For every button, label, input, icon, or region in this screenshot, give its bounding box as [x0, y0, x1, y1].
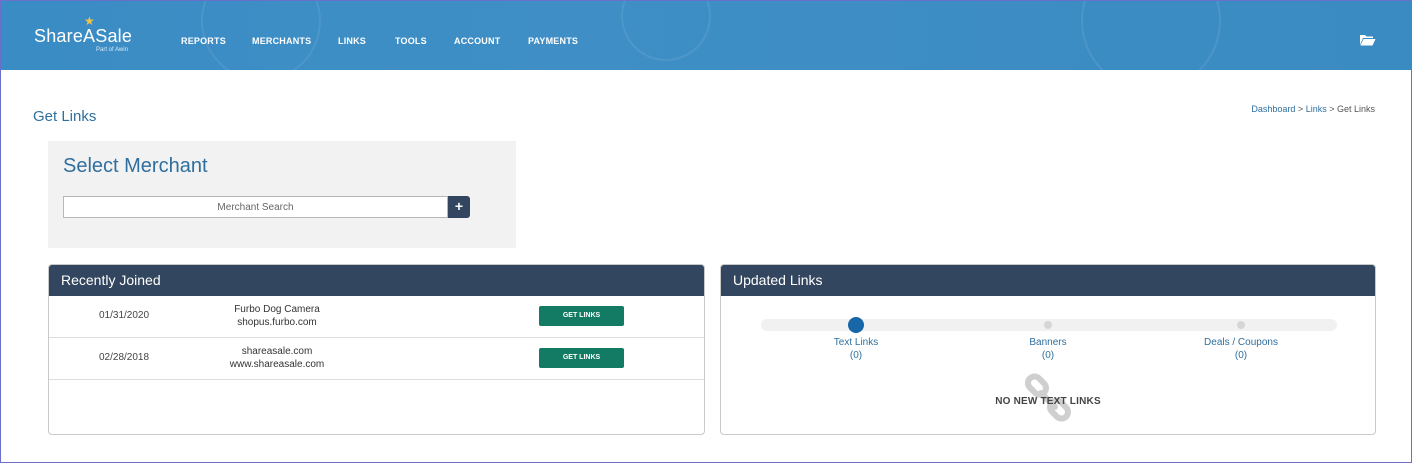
updated-links-header: Updated Links [721, 265, 1375, 296]
nav-payments[interactable]: PAYMENTS [528, 36, 578, 46]
nav-account[interactable]: ACCOUNT [454, 36, 500, 46]
page-title: Get Links [33, 108, 97, 125]
tab-count: (0) [849, 350, 863, 361]
breadcrumb-separator: > [1295, 104, 1306, 114]
select-merchant-title: Select Merchant [63, 155, 208, 177]
folder-open-icon[interactable] [1359, 33, 1376, 46]
top-navigation-bar: ★ ShareASale Part of Awin REPORTS MERCHA… [1, 1, 1411, 70]
breadcrumb-current: Get Links [1336, 104, 1375, 114]
nav-reports[interactable]: REPORTS [181, 36, 226, 46]
add-merchant-button[interactable]: + [448, 196, 470, 218]
tab-label-text: Banners [1029, 337, 1067, 348]
tab-dot-deals-coupons[interactable] [1237, 321, 1245, 329]
nav-links[interactable]: LINKS [338, 36, 366, 46]
merchant-name: shareasale.com [241, 346, 313, 357]
logo-name: ShareASale [34, 26, 133, 46]
tab-dot-text-links[interactable] [848, 317, 864, 333]
join-date: 01/31/2020 [99, 310, 150, 321]
breadcrumb-dashboard[interactable]: Dashboard [1251, 104, 1295, 114]
breadcrumb-links[interactable]: Links [1306, 104, 1327, 114]
tab-count: (0) [1234, 350, 1248, 361]
tab-dot-banners[interactable] [1044, 321, 1052, 329]
breadcrumb: Dashboard > Links > Get Links [1251, 104, 1375, 114]
updated-links-panel: Updated Links Text Links (0) Banners (0)… [720, 264, 1376, 435]
get-links-button[interactable]: GET LINKS [539, 348, 624, 368]
nav-tools[interactable]: TOOLS [395, 36, 427, 46]
merchant-url: shopus.furbo.com [237, 317, 317, 328]
merchant-url: www.shareasale.com [229, 359, 325, 370]
breadcrumb-separator: > [1326, 104, 1337, 114]
header-decoration [621, 1, 711, 61]
table-row: 01/31/2020 Furbo Dog Camera shopus.furbo… [49, 296, 704, 338]
tab-deals-coupons[interactable]: Deals / Coupons (0) [1181, 336, 1301, 362]
shareasale-logo[interactable]: ★ ShareASale Part of Awin [34, 15, 144, 57]
merchant-info: Furbo Dog Camera shopus.furbo.com [227, 303, 327, 329]
empty-state-message: NO NEW TEXT LINKS [995, 396, 1101, 407]
tab-text-links[interactable]: Text Links (0) [796, 336, 916, 362]
tab-label-text: Deals / Coupons [1204, 337, 1278, 348]
table-row: 02/28/2018 shareasale.com www.shareasale… [49, 338, 704, 380]
recently-joined-panel: Recently Joined 01/31/2020 Furbo Dog Cam… [48, 264, 705, 435]
get-links-button[interactable]: GET LINKS [539, 306, 624, 326]
merchant-search-input[interactable] [63, 196, 448, 218]
tab-count: (0) [1041, 350, 1055, 361]
tab-label-text: Text Links [833, 337, 879, 348]
merchant-name: Furbo Dog Camera [234, 304, 320, 315]
header-decoration [1081, 1, 1221, 70]
merchant-info: shareasale.com www.shareasale.com [227, 345, 327, 371]
logo-tagline: Part of Awin [96, 47, 128, 53]
join-date: 02/28/2018 [99, 352, 150, 363]
tab-banners[interactable]: Banners (0) [988, 336, 1108, 362]
recently-joined-header: Recently Joined [49, 265, 704, 296]
nav-merchants[interactable]: MERCHANTS [252, 36, 311, 46]
select-merchant-panel: Select Merchant + [48, 141, 516, 248]
